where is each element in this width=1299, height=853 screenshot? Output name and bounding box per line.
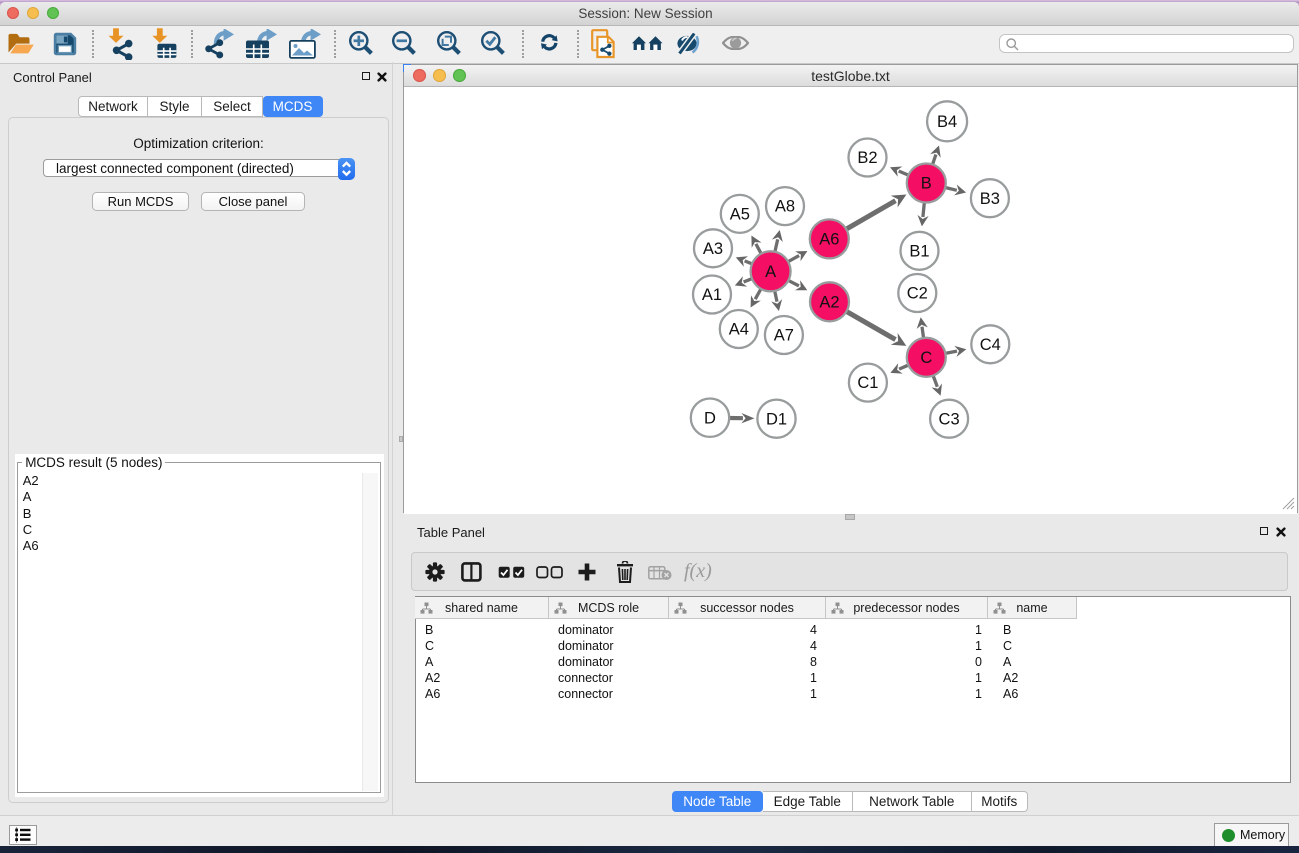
svg-text:A8: A8	[775, 197, 795, 215]
svg-text:D: D	[704, 409, 716, 427]
svg-text:B4: B4	[937, 112, 957, 130]
svg-text:B1: B1	[909, 242, 929, 260]
svg-text:A2: A2	[819, 293, 839, 311]
svg-text:A4: A4	[729, 320, 749, 338]
svg-text:C4: C4	[980, 335, 1001, 353]
svg-text:C3: C3	[939, 410, 960, 428]
svg-text:A3: A3	[703, 239, 723, 257]
svg-text:A1: A1	[702, 286, 722, 304]
svg-text:C: C	[920, 348, 932, 366]
svg-text:A5: A5	[730, 205, 750, 223]
svg-text:A7: A7	[774, 326, 794, 344]
svg-text:C2: C2	[907, 284, 928, 302]
svg-text:A: A	[765, 262, 776, 280]
svg-text:B: B	[921, 174, 932, 192]
svg-text:A6: A6	[819, 230, 839, 248]
svg-text:B3: B3	[980, 189, 1000, 207]
svg-text:B2: B2	[857, 149, 877, 167]
svg-text:C1: C1	[857, 374, 878, 392]
svg-text:D1: D1	[766, 410, 787, 428]
